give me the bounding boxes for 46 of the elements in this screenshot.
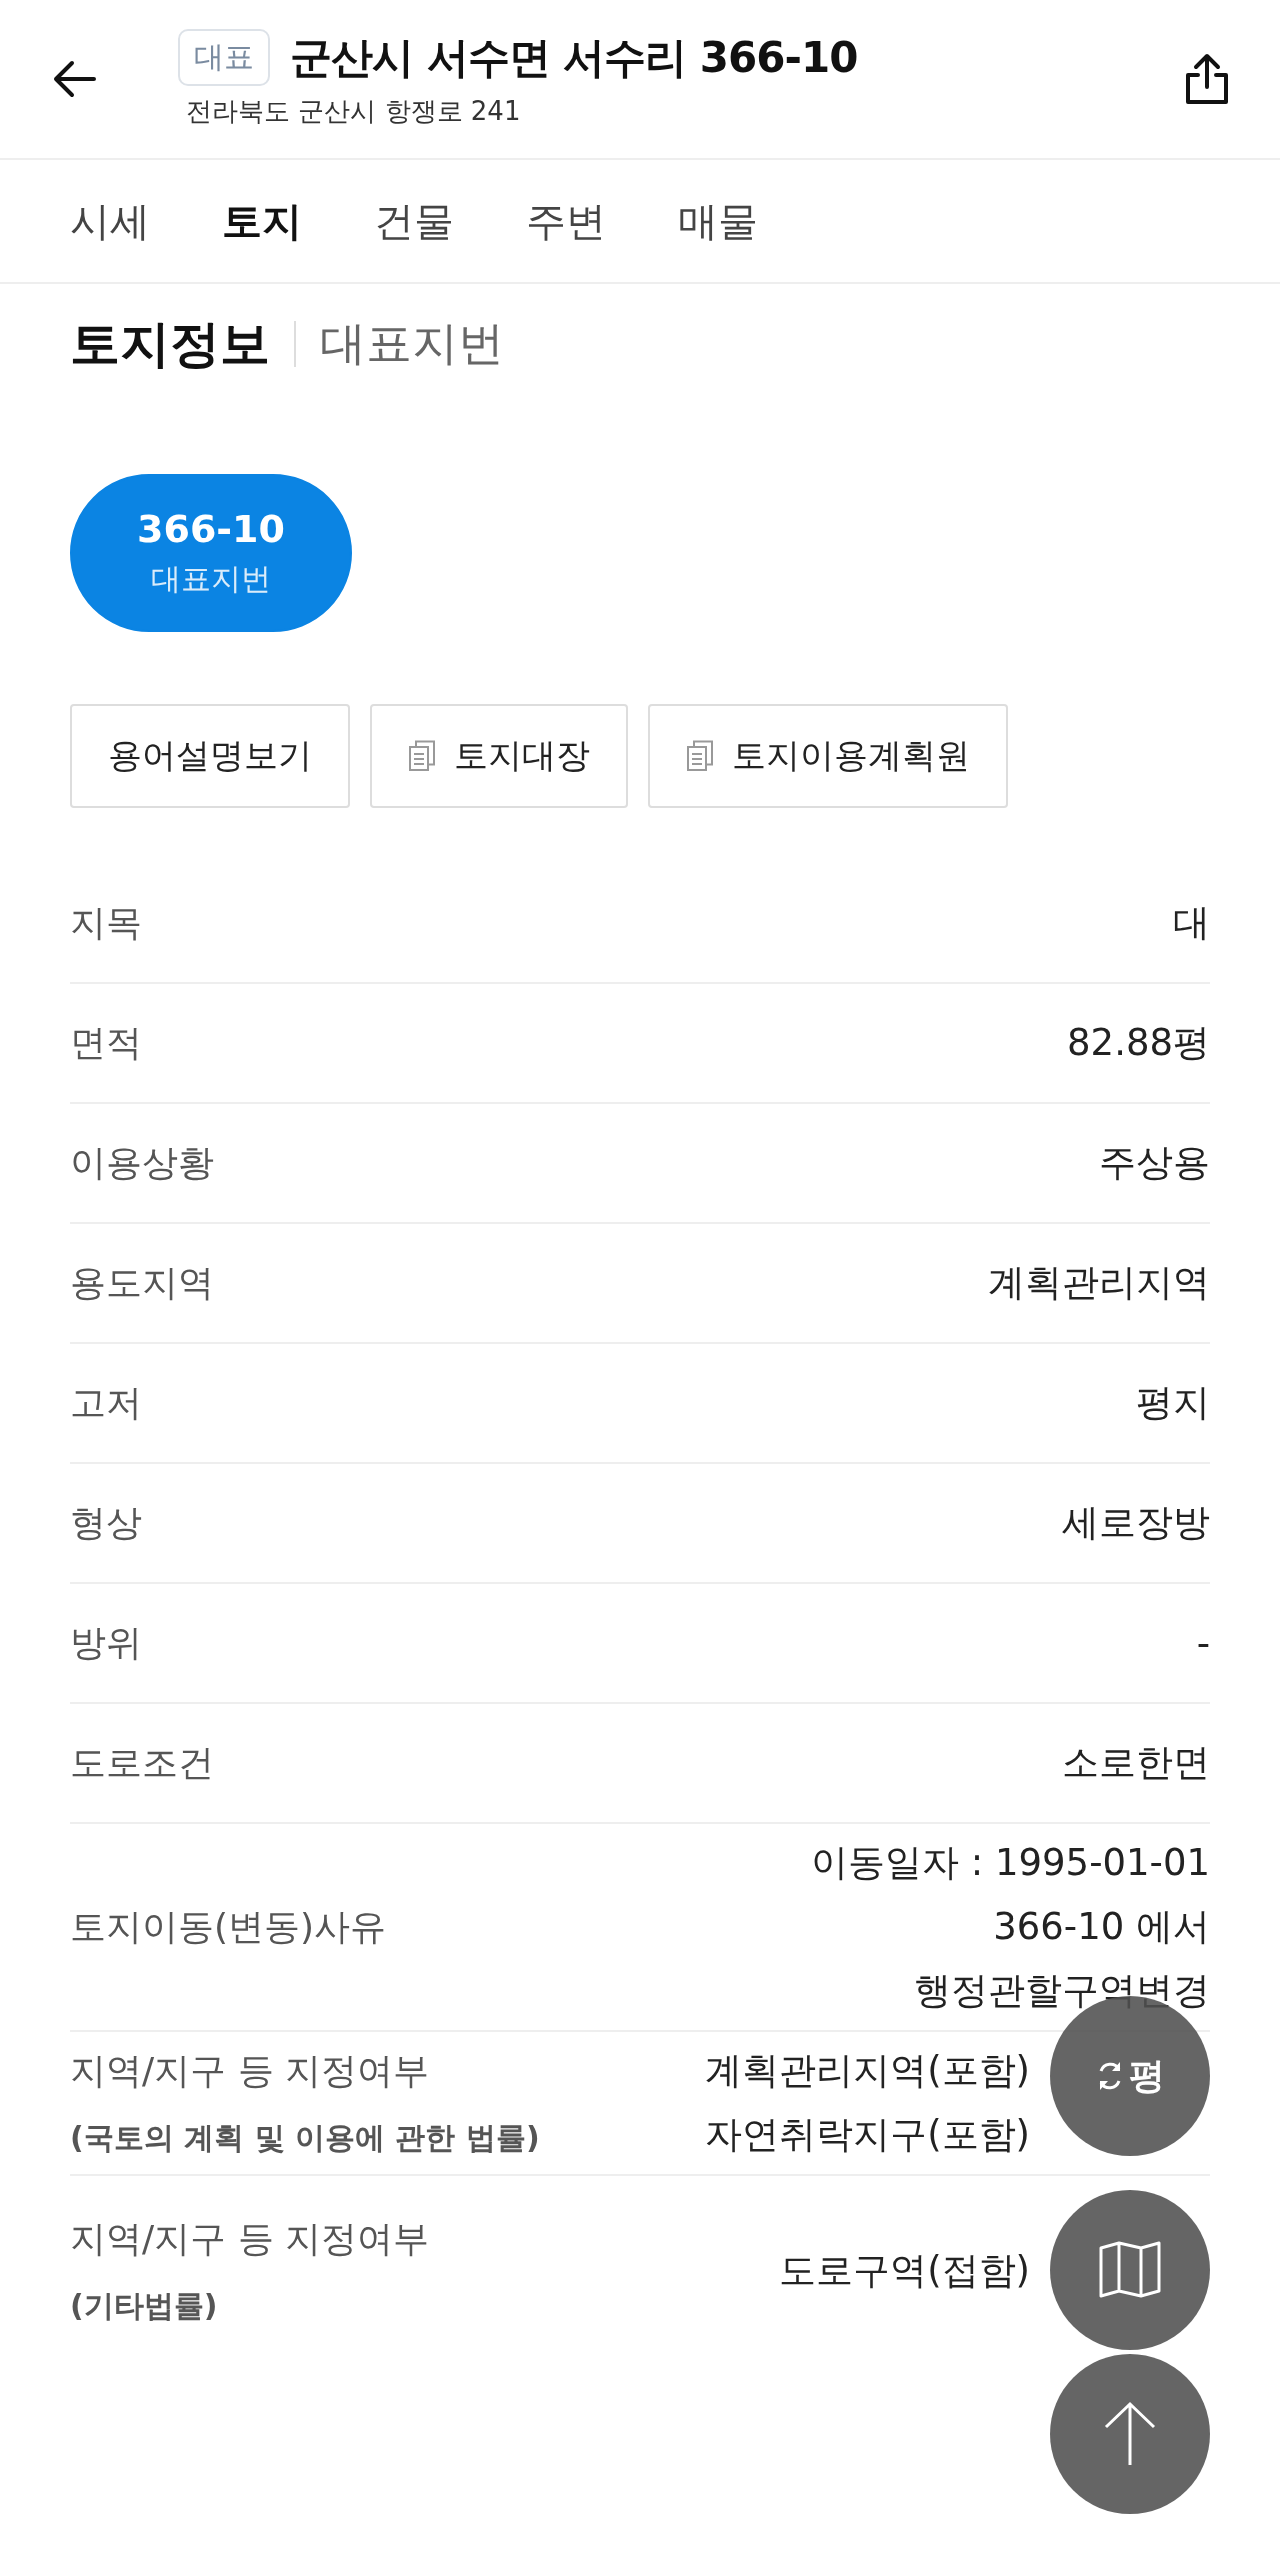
row-label: 이용상황: [70, 1140, 214, 1185]
tab[interactable]: 토지: [222, 193, 302, 249]
map-icon: [1098, 2240, 1162, 2300]
tab[interactable]: 시세: [70, 193, 150, 249]
lot-chip[interactable]: 366-10 대표지번: [70, 474, 352, 632]
row-label: 방위: [70, 1620, 142, 1665]
tab[interactable]: 매물: [678, 193, 758, 249]
share-button[interactable]: [1184, 53, 1230, 105]
row-label: 도로조건: [70, 1740, 214, 1785]
tab[interactable]: 건물: [374, 193, 454, 249]
row-label: 면적: [70, 1020, 142, 1065]
row-value: 대: [1173, 900, 1210, 946]
row-label: 형상: [70, 1500, 142, 1545]
address-text: 전라북도 군산시 항쟁로 241: [185, 95, 522, 128]
row-label: 용도지역: [70, 1260, 214, 1305]
share-icon: [1184, 53, 1230, 105]
row-label: 지역/지구 등 지정여부: [70, 2049, 430, 2093]
row-value: 82.88평: [1067, 1020, 1210, 1066]
row-label: 지목: [70, 900, 142, 945]
section-subtitle: 대표지번: [320, 315, 504, 372]
document-button[interactable]: 토지이용계획원: [648, 704, 1008, 808]
row-sublabel: (국토의 계획 및 이용에 관한 법률): [70, 2119, 540, 2157]
row-value: 세로장방: [1062, 1500, 1210, 1546]
row-value: -: [1196, 1621, 1210, 1665]
glossary-button[interactable]: 용어설명보기: [70, 704, 350, 808]
row-value: 계획관리지역(포함): [705, 2048, 1030, 2094]
row-label: 고저: [70, 1380, 142, 1425]
tab[interactable]: 주변: [526, 193, 606, 249]
row-label: 지역/지구 등 지정여부: [70, 2217, 429, 2261]
row-value: 평지: [1136, 1380, 1210, 1426]
page-title: 군산시 서수면 서수리 366-10: [290, 31, 858, 84]
row-value: 이동일자 : 1995-01-01: [811, 1840, 1210, 1886]
document-button[interactable]: 토지대장: [370, 704, 628, 808]
row-value: 소로한면: [1062, 1740, 1210, 1786]
badge: 대표: [178, 29, 270, 86]
row-value: 도로구역(접함): [779, 2248, 1030, 2294]
row-value: 계획관리지역: [988, 1260, 1210, 1306]
row-value: 주상용: [1099, 1140, 1210, 1186]
up-arrow-icon: [1103, 2401, 1157, 2467]
row-label: 토지이동(변동)사유: [70, 1904, 387, 1949]
row-value: 자연취락지구(포함): [705, 2112, 1030, 2158]
document-icon: [408, 740, 436, 772]
row-value: 366-10 에서: [993, 1904, 1210, 1950]
section-title: 토지정보: [70, 313, 270, 375]
row-sublabel: (기타법률): [70, 2287, 219, 2325]
document-icon: [686, 740, 714, 772]
